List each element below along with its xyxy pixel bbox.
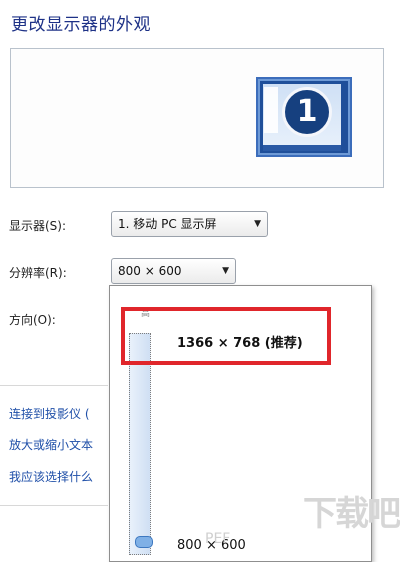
window-thumbnail <box>264 87 278 133</box>
display-label: 显示器(S): <box>9 219 67 233</box>
display-select-value: 1. 移动 PC 显示屏 <box>118 217 217 231</box>
divider <box>0 505 108 506</box>
monitor-icon[interactable]: 1 <box>256 77 352 157</box>
orientation-label: 方向(O): <box>9 313 56 327</box>
highlight-box <box>121 307 331 365</box>
resolution-select[interactable]: 800 × 600 ▼ <box>111 258 236 284</box>
link-connect-projector[interactable]: 连接到投影仪 ( <box>9 405 90 422</box>
chevron-down-icon: ▼ <box>254 219 261 229</box>
watermark-small: PEF <box>205 531 231 547</box>
resolution-slider-track[interactable] <box>129 333 151 555</box>
link-text-size[interactable]: 放大或缩小文本 <box>9 436 93 453</box>
display-select[interactable]: 1. 移动 PC 显示屏 ▼ <box>111 211 268 237</box>
chevron-down-icon: ▼ <box>222 266 229 276</box>
monitor-number-badge: 1 <box>282 87 332 137</box>
taskbar-strip <box>263 145 341 151</box>
divider <box>0 385 108 386</box>
resolution-label: 分辨率(R): <box>9 266 67 280</box>
link-what-to-choose[interactable]: 我应该选择什么 <box>9 468 93 485</box>
resolution-slider-thumb[interactable] <box>135 536 153 548</box>
display-preview-area[interactable]: 1 <box>10 48 384 188</box>
page-title: 更改显示器的外观 <box>11 15 151 35</box>
watermark-logo: 下载吧 <box>303 494 400 534</box>
resolution-select-value: 800 × 600 <box>118 264 182 278</box>
